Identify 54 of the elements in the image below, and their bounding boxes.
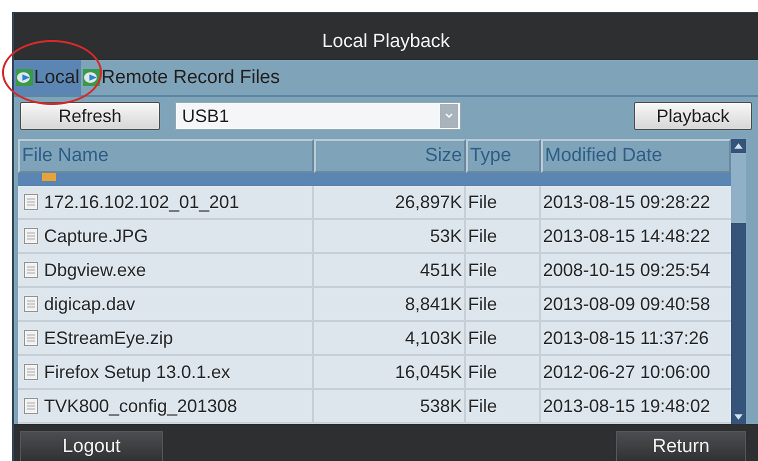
table-cell: 2013-08-15 14:48:22 [543,226,710,246]
refresh-button[interactable]: Refresh [20,102,160,130]
folder-arrow-icon [83,69,100,86]
file-name: EStreamEye.zip [44,328,174,348]
table-cell: 53K [430,226,462,246]
file-icon [24,262,38,278]
file-name: 172.16.102.102_01_201 [44,192,240,212]
file-name: Dbgview.exe [44,260,146,280]
table-cell: File [468,260,498,280]
file-icon [24,330,38,346]
table-cell: 2012-06-27 10:06:00 [543,362,710,382]
table-row[interactable]: EStreamEye.zip 4,103K File 2013-08-15 11:37:26 [18,322,731,356]
table-cell: File [468,328,498,348]
table-cell: 4,103K [404,328,462,348]
table-cell: 8,841K [404,294,462,314]
table-cell: 26,897K [394,192,462,212]
file-icon [24,194,38,210]
table-row[interactable]: Firefox Setup 13.0.1.ex 16,045K File 2012-06-27 10:06:00 [18,356,731,390]
file-icon [24,296,38,312]
file-icon [24,228,38,244]
table-cell: 2013-08-15 09:28:22 [543,192,710,212]
footer-button[interactable]: Logout [20,431,163,461]
table-cell: 2013-08-15 11:37:26 [543,328,709,348]
file-name: Firefox Setup 13.0.1.ex [44,362,230,382]
table-row[interactable]: Dbgview.exe 451K File 2008-10-15 09:25:54 [18,254,731,288]
table-cell: 2013-08-15 19:48:02 [543,396,710,416]
device-dropdown[interactable]: USB1 [175,102,461,130]
table-cell: 2013-08-09 09:40:58 [543,294,710,314]
file-name: digicap.dav [44,294,136,314]
table-row[interactable]: Capture.JPG 53K File 2013-08-15 14:48:22 [18,220,731,254]
table-cell: 538K [420,396,462,416]
table-row[interactable]: digicap.dav 8,841K File 2013-08-09 09:40:58 [18,288,731,322]
file-name: TVK800_config_201308 [44,396,238,416]
tab[interactable]: Local [14,60,82,95]
scrollbar[interactable] [731,139,746,424]
file-icon [24,398,38,414]
playback-button[interactable]: Playback [634,102,752,130]
table-cell: File [468,192,498,212]
table-cell: File [468,362,498,382]
file-icon [24,364,38,380]
file-name: Capture.JPG [44,226,148,246]
footer-button[interactable]: Return [616,431,746,461]
folder-icon [42,173,56,181]
scroll-thumb[interactable] [731,153,746,223]
table-cell: File [468,396,498,416]
folder-arrow-icon [16,69,33,86]
table-cell: File [468,294,498,314]
table-cell: 16,045K [394,362,462,382]
table-cell: 451K [420,260,462,280]
table-cell: 2008-10-15 09:25:54 [543,260,710,280]
table-row[interactable]: 172.16.102.102_01_201 26,897K File 2013-08-15 09:28:22 [18,186,731,220]
table-cell: File [468,226,498,246]
window-title: Local Playback [322,30,450,52]
caret-icon [440,104,458,128]
